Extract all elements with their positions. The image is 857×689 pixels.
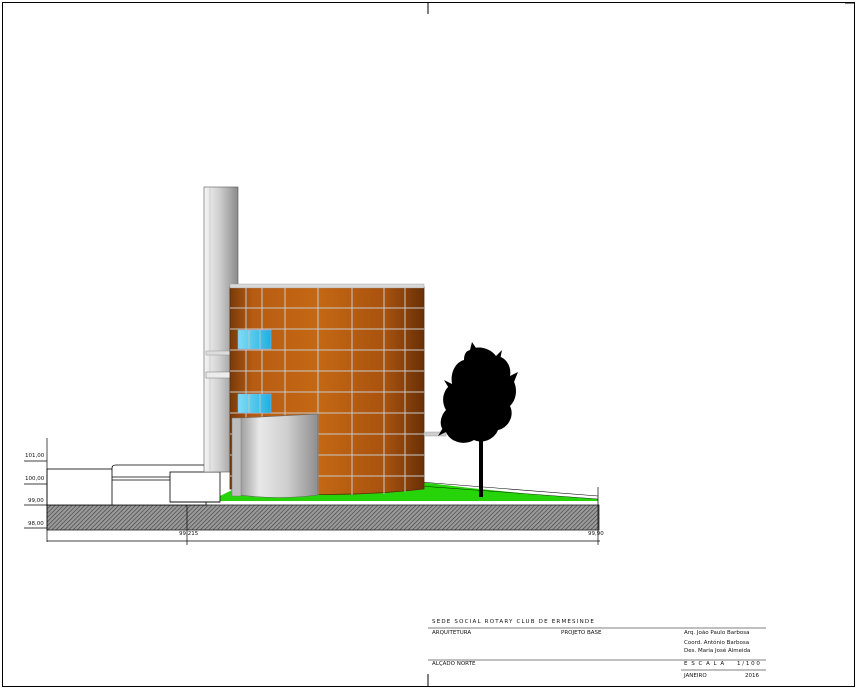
window-upper (237, 329, 272, 350)
phase-label: PROJETO BASE (561, 630, 602, 636)
level-label-99: 99,00 (28, 498, 44, 504)
scale-value: 1 / 1 0 0 (737, 661, 760, 667)
year-label: 2016 (745, 673, 759, 679)
drawn-by-label: Des. Maria José Almeida (684, 648, 751, 654)
level-label-98: 98,00 (28, 521, 44, 527)
sheet-title: ALÇADO NORTE (432, 661, 476, 667)
ground-section (46, 504, 600, 531)
dimension-label-right: 99,90 (588, 531, 604, 537)
level-label-101: 101,00 (25, 453, 45, 459)
scale-label: E S C A L A (684, 661, 726, 667)
dimension-label-left: 99,215 (179, 531, 199, 537)
architect-label: Arq. João Paulo Barbosa (684, 630, 750, 636)
discipline-label: ARQUITETURA (432, 630, 472, 636)
level-label-100: 100,00 (25, 476, 45, 482)
month-label: JANEIRO (684, 673, 707, 679)
entrance-volume (231, 413, 319, 498)
tree (438, 342, 518, 497)
drawing-sheet (2, 2, 855, 687)
adjacent-building (46, 464, 221, 506)
project-title: SEDE SOCIAL ROTARY CLUB DE ERMESINDE (432, 619, 595, 625)
window-lower (237, 393, 272, 414)
sheet-frame (2, 2, 855, 687)
coordinator-label: Coord. António Barbosa (684, 640, 750, 646)
